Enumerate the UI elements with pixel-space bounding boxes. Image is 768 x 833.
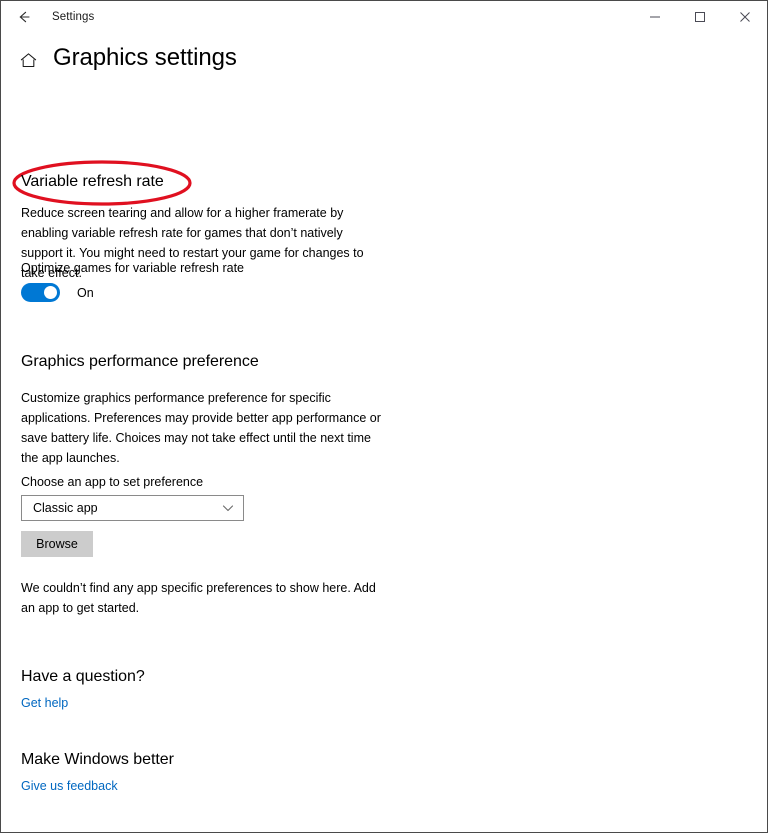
home-icon[interactable]: [18, 50, 38, 70]
chevron-down-icon: [215, 501, 241, 515]
no-preferences-note: We couldn’t find any app specific prefer…: [21, 581, 376, 615]
browse-button[interactable]: Browse: [21, 531, 93, 557]
close-button[interactable]: [722, 1, 767, 33]
page-header: Graphics settings: [1, 44, 767, 72]
gpp-heading: Graphics performance preference: [21, 353, 259, 370]
title-bar: Settings: [1, 1, 767, 33]
window-title: Settings: [52, 11, 95, 23]
get-help-link[interactable]: Get help: [21, 696, 68, 710]
settings-window: Settings Graphics settings Variable refr…: [0, 0, 768, 833]
vrr-toggle-row: On: [21, 283, 94, 302]
gpp-description: Customize graphics performance preferenc…: [21, 391, 381, 465]
close-icon: [739, 11, 751, 23]
settings-content: Variable refresh rate Reduce screen tear…: [1, 72, 767, 793]
vrr-heading: Variable refresh rate: [21, 173, 164, 190]
back-arrow-icon: [16, 9, 32, 25]
minimize-button[interactable]: [632, 1, 677, 33]
app-type-dropdown[interactable]: Classic app: [21, 495, 244, 521]
back-button[interactable]: [7, 2, 41, 32]
vrr-toggle-state: On: [77, 285, 94, 300]
variable-refresh-rate-section: Variable refresh rate Reduce screen tear…: [1, 160, 767, 832]
toggle-knob: [44, 286, 57, 299]
choose-app-label: Choose an app to set preference: [21, 475, 204, 489]
minimize-icon: [649, 11, 661, 23]
maximize-button[interactable]: [677, 1, 722, 33]
app-type-dropdown-value: Classic app: [33, 501, 98, 515]
feedback-heading: Make Windows better: [21, 751, 174, 768]
give-feedback-link[interactable]: Give us feedback: [21, 779, 118, 793]
maximize-icon: [694, 11, 706, 23]
page-title: Graphics settings: [53, 44, 237, 71]
vrr-toggle-label: Optimize games for variable refresh rate: [21, 261, 245, 275]
help-heading: Have a question?: [21, 668, 145, 685]
caption-buttons: [632, 1, 767, 33]
vrr-toggle-switch[interactable]: [21, 283, 60, 302]
